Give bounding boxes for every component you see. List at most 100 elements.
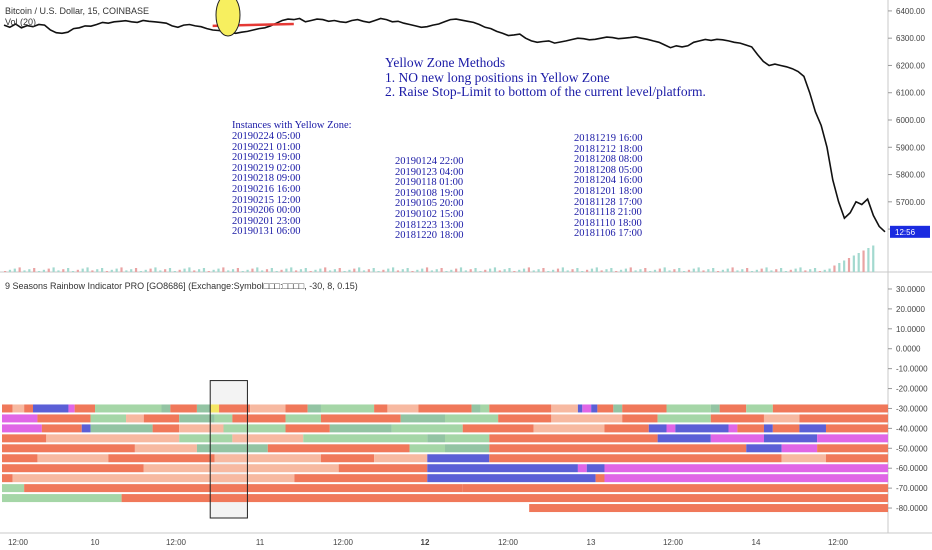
volume-bar <box>678 268 681 272</box>
volume-bar <box>251 268 254 272</box>
volume-bar <box>527 267 530 272</box>
volume-bar <box>425 267 429 272</box>
volume-bar <box>493 267 497 272</box>
volume-bar <box>716 271 720 272</box>
rainbow-band-segment <box>418 404 472 413</box>
indicator-tick-label: 20.0000 <box>896 305 925 314</box>
volume-bar <box>4 271 7 272</box>
instance-timestamp: 20190102 15:00 <box>395 208 464 220</box>
instances-title: Instances with Yellow Zone: <box>232 120 352 131</box>
rainbow-band-segment <box>2 444 135 453</box>
volume-bar <box>91 270 94 272</box>
instances-column-1: 20190224 05:00 20190221 01:00 20190219 19:… <box>232 131 301 238</box>
volume-bar <box>464 270 467 272</box>
volume-bar <box>13 268 16 272</box>
price-tick-label: 6100.00 <box>896 89 925 98</box>
volume-bar <box>256 267 259 272</box>
rainbow-band-segment <box>489 404 552 413</box>
rainbow-band-segment <box>24 484 463 493</box>
rainbow-band-segment <box>799 424 826 433</box>
volume-bar <box>261 270 264 272</box>
date-tick-label: 11 <box>256 538 265 547</box>
volume-bar <box>673 269 676 272</box>
rainbow-band-segment <box>108 454 215 463</box>
rainbow-band-segment <box>338 464 428 473</box>
rainbow-band-segment <box>471 404 481 413</box>
rainbow-band-segment <box>2 464 144 473</box>
price-tick-label: 6200.00 <box>896 61 925 70</box>
volume-bar <box>770 270 773 272</box>
volume-bar <box>746 268 749 272</box>
method-2: 2. Raise Stop-Limit to bottom of the cur… <box>385 84 706 99</box>
rainbow-band-segment <box>37 454 109 463</box>
rainbow-band-segment <box>374 404 388 413</box>
volume-bar <box>590 268 594 272</box>
volume-bar <box>319 268 322 272</box>
indicator-tick-label: -60.0000 <box>896 464 928 473</box>
volume-bar <box>794 268 797 272</box>
volume-bar <box>508 268 511 272</box>
instance-timestamp: 20190224 05:00 <box>232 131 301 142</box>
rainbow-band-segment <box>604 424 649 433</box>
volume-bar <box>775 269 778 272</box>
rainbow-band-segment <box>595 474 605 483</box>
volume-bar <box>804 270 807 272</box>
rainbow-band-segment <box>307 404 321 413</box>
volume-bar <box>33 268 36 272</box>
rainbow-band-segment <box>214 454 321 463</box>
rainbow-band-segment <box>657 434 711 443</box>
rainbow-band-segment <box>427 464 578 473</box>
rainbow-band-segment <box>648 424 667 433</box>
time-tick-label: 12:00 <box>663 538 684 547</box>
volume-bar <box>81 268 84 272</box>
volume-bar <box>362 270 366 272</box>
rainbow-band-segment <box>179 414 215 423</box>
indicator-tick-label: -40.0000 <box>896 424 928 433</box>
volume-bar <box>542 268 545 272</box>
rainbow-band-segment <box>214 414 233 423</box>
rainbow-band-segment <box>219 404 251 413</box>
instance-timestamp: 20190124 22:00 <box>395 156 464 167</box>
volume-bar <box>857 253 860 272</box>
rainbow-band-segment <box>498 414 552 423</box>
rainbow-band-segment <box>772 424 800 433</box>
volume-bar <box>309 271 312 272</box>
volume-bar <box>649 271 652 272</box>
date-tick-label: 10 <box>91 538 100 547</box>
volume-bar <box>76 269 79 272</box>
volume-bar <box>731 267 734 272</box>
rainbow-band-segment <box>121 494 889 503</box>
volume-bar <box>755 269 758 272</box>
volume-bar <box>372 268 375 272</box>
price-tick-label: 5800.00 <box>896 171 925 180</box>
rainbow-band-segment <box>179 434 233 443</box>
date-tick-label: 13 <box>587 538 596 547</box>
volume-bar <box>115 268 118 272</box>
volume-bar <box>154 267 157 272</box>
rainbow-band-segment <box>196 404 211 413</box>
rainbow-band-segment <box>267 444 410 453</box>
volume-bar <box>299 269 303 272</box>
rainbow-band-segment <box>387 404 419 413</box>
rainbow-band-segment <box>126 414 144 423</box>
volume-bar <box>571 269 574 272</box>
rainbow-band-segment <box>143 464 339 473</box>
rainbow-band-segment <box>551 414 623 423</box>
rainbow-band-segment <box>46 434 180 443</box>
rainbow-band-segment <box>134 444 197 453</box>
methods-note: Yellow Zone Methods 1. NO new long posit… <box>385 55 706 100</box>
rainbow-band-segment <box>529 504 888 513</box>
rainbow-band-segment <box>445 434 490 443</box>
volume-bar <box>450 269 453 272</box>
rainbow-band-segment <box>320 414 401 423</box>
volume-bar <box>513 271 516 272</box>
price-chart-title: Bitcoin / U.S. Dollar, 15, COINBASE <box>5 6 150 16</box>
rainbow-band-segment <box>152 424 180 433</box>
rainbow-band-segment <box>533 424 605 433</box>
rainbow-band-segment <box>95 404 162 413</box>
volume-bar <box>503 269 506 272</box>
volume-bar <box>120 267 123 272</box>
volume-bar <box>610 268 613 272</box>
volume-bar <box>139 271 142 272</box>
volume-bar <box>843 260 846 272</box>
